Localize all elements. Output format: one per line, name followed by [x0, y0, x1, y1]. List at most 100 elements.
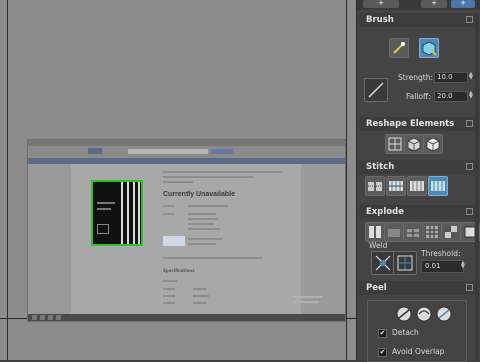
uv-edge	[133, 182, 135, 244]
add-button[interactable]: +	[451, 0, 475, 8]
brush-pinch-icon[interactable]	[389, 38, 409, 58]
texture-site-logo	[88, 148, 102, 154]
spec-row	[163, 288, 175, 290]
texture-taskbar	[28, 314, 345, 321]
uv-editor-viewport[interactable]: Currently Unavailable Specifications	[0, 0, 356, 360]
threshold-label: Threshold:	[421, 249, 461, 258]
straighten-selection-icon[interactable]	[385, 134, 405, 154]
detail-value	[188, 205, 228, 207]
detach-checkbox[interactable]: ✔	[378, 329, 387, 338]
panel-toolbar: + + +	[357, 0, 480, 10]
availability-line	[163, 257, 263, 259]
recycle-icon	[97, 224, 109, 234]
watermark-line	[293, 301, 319, 303]
relax-icon[interactable]	[423, 134, 443, 154]
seller-text	[188, 243, 216, 245]
rollout-title: Reshape Elements	[366, 119, 455, 129]
rollout-header-reshape-elements[interactable]: Reshape Elements	[359, 117, 479, 131]
taskbar-icon	[56, 315, 61, 320]
taskbar-icon	[40, 315, 45, 320]
specs-heading: Specifications	[163, 268, 195, 273]
strength-spinner[interactable]: 10.0	[434, 72, 468, 83]
weld-all-icon[interactable]	[393, 251, 417, 275]
rollout-header-stitch[interactable]: Stitch	[359, 160, 479, 174]
weld-selected-icon[interactable]	[371, 251, 395, 275]
label-line	[97, 208, 111, 210]
seller-text	[188, 238, 222, 240]
peel-reset-icon[interactable]	[435, 305, 453, 323]
uv-edge	[138, 182, 140, 244]
selected-uv-island[interactable]	[91, 180, 143, 246]
stitch-average-icon[interactable]	[386, 176, 406, 196]
grid-line-vertical	[346, 0, 347, 360]
relax-until-flat-icon[interactable]	[404, 134, 424, 154]
watermark-line	[293, 296, 323, 298]
explode-to-faces-icon[interactable]	[403, 222, 423, 242]
detail-label	[163, 213, 175, 215]
spec-row	[163, 302, 175, 304]
texture-search-button	[211, 149, 233, 154]
label-line	[97, 202, 115, 204]
pin-icon[interactable]	[466, 208, 473, 215]
rollout-title: Explode	[366, 207, 404, 217]
texture-search-bar	[128, 149, 208, 154]
spec-row	[163, 295, 175, 297]
explode-grid-icon[interactable]	[422, 222, 442, 242]
detail-value	[188, 223, 214, 225]
spec-value	[193, 295, 209, 297]
detail-value	[188, 228, 220, 230]
spec-value	[193, 302, 207, 304]
pin-icon[interactable]	[466, 284, 473, 291]
avoid-overlap-label: Avoid Overlap	[392, 347, 445, 356]
brush-curve-icon[interactable]	[364, 78, 388, 102]
uv-edge	[121, 182, 123, 244]
seller-badge	[163, 236, 185, 246]
product-title-line	[163, 176, 253, 178]
falloff-spinner-arrows[interactable]: ▲ ▼	[469, 91, 474, 100]
falloff-label: Falloff:	[406, 92, 431, 101]
threshold-spinner[interactable]: 0.01	[421, 260, 464, 273]
stitch-custom-icon[interactable]	[428, 176, 448, 196]
product-rating-line	[163, 181, 193, 183]
texture-screenshot: Currently Unavailable Specifications	[27, 139, 346, 322]
explode-by-smoothing-icon[interactable]	[365, 222, 385, 242]
explode-checker-icon[interactable]	[441, 222, 461, 242]
detail-value	[188, 213, 216, 215]
pin-icon[interactable]	[466, 120, 473, 127]
rollout-header-explode[interactable]: Explode	[359, 205, 479, 219]
threshold-spinner-arrows[interactable]: ▲ ▼	[461, 261, 466, 270]
detach-label: Detach	[392, 328, 419, 337]
peel-mode-icon[interactable]	[415, 305, 433, 323]
uv-edge	[127, 182, 129, 244]
detail-value	[188, 218, 218, 220]
add-button[interactable]: +	[363, 0, 399, 8]
rollout-title: Peel	[366, 283, 387, 293]
command-panel: + + + Brush Strength: 10.0 ▲ ▼ Falloff: 2…	[356, 0, 480, 362]
detail-label	[163, 205, 175, 207]
avoid-overlap-checkbox[interactable]: ✔	[378, 348, 387, 357]
rollout-header-brush[interactable]: Brush	[359, 13, 479, 27]
pin-icon[interactable]	[466, 16, 473, 23]
strength-spinner-arrows[interactable]: ▲ ▼	[469, 72, 474, 81]
spec-row	[163, 280, 177, 282]
rollout-title: Stitch	[366, 162, 395, 172]
quick-peel-icon[interactable]	[395, 305, 413, 323]
explode-by-material-icon[interactable]	[384, 222, 404, 242]
taskbar-icon	[32, 315, 37, 320]
stitch-to-source-icon[interactable]	[407, 176, 427, 196]
pin-icon[interactable]	[466, 163, 473, 170]
grid-line-vertical	[7, 0, 8, 360]
brush-relax-icon[interactable]	[419, 38, 439, 58]
rollout-title: Brush	[366, 15, 394, 25]
spec-value	[193, 288, 207, 290]
stitch-to-target-icon[interactable]	[365, 176, 385, 196]
falloff-spinner[interactable]: 20.0	[434, 91, 468, 102]
panel-scrollbar[interactable]	[475, 14, 479, 360]
strength-label: Strength:	[398, 73, 433, 82]
rollout-header-peel[interactable]: Peel	[359, 281, 479, 295]
weld-label: Weld	[369, 241, 388, 250]
product-title-line	[163, 171, 283, 173]
page-heading: Currently Unavailable	[163, 191, 235, 198]
taskbar-icon	[48, 315, 53, 320]
add-button[interactable]: +	[421, 0, 447, 8]
